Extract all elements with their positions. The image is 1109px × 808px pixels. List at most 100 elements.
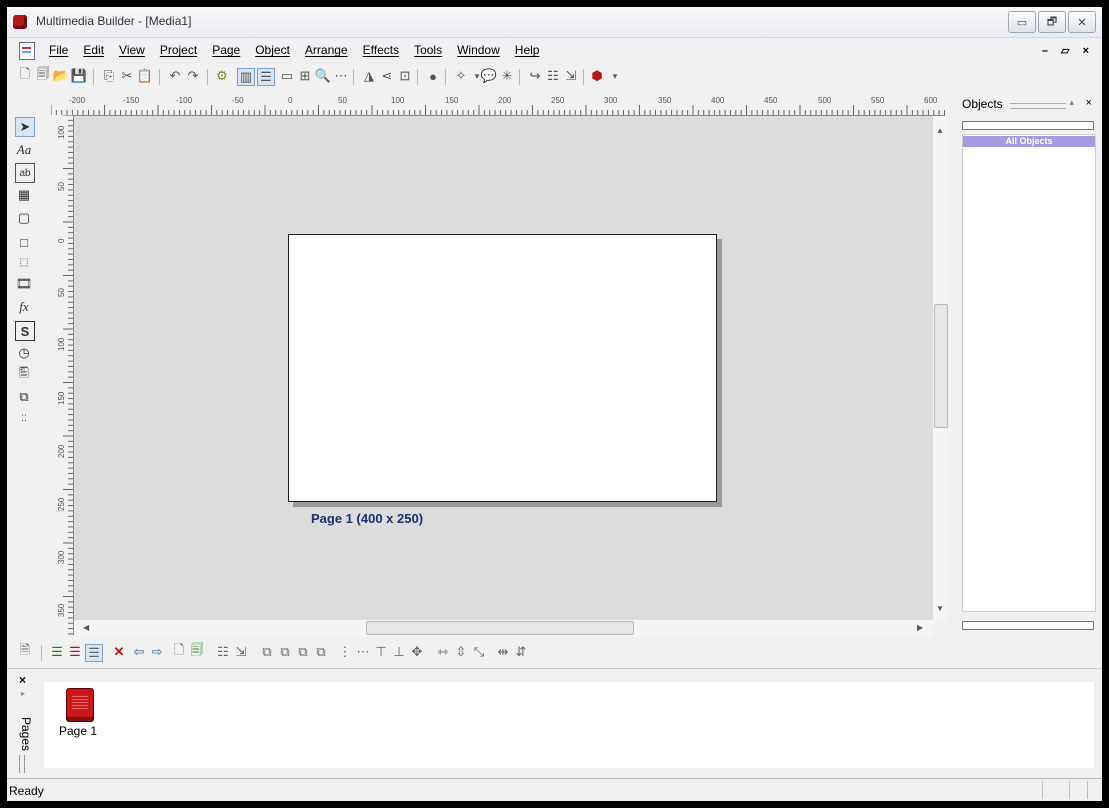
fit-icon[interactable]: ⊞ (297, 68, 313, 84)
image-tool-icon[interactable]: ▦ (15, 186, 33, 204)
copy-icon[interactable]: ⎘ (101, 68, 117, 84)
list-icon[interactable]: ☷ (545, 68, 561, 84)
scroll-up-icon[interactable]: ▲ (936, 126, 944, 135)
scroll-right-icon[interactable]: ▶ (917, 623, 923, 632)
close-icon[interactable]: × (19, 673, 26, 687)
scroll-down-icon[interactable]: ▼ (936, 604, 944, 613)
toggle-grid-icon[interactable]: ☰ (257, 68, 275, 86)
page-properties-icon[interactable]: 🗎 (17, 642, 33, 660)
pages-list[interactable]: Page 1 (44, 682, 1094, 768)
export-page-icon[interactable]: ⇲ (233, 644, 249, 660)
delete-icon[interactable]: ✕ (111, 644, 127, 660)
more-tools-icon[interactable]: ⁚⁚ (15, 409, 33, 427)
bring-front-icon[interactable]: ⧉ (259, 644, 275, 660)
panel-grip[interactable] (19, 755, 25, 773)
list-pages-icon[interactable]: ☷ (215, 644, 231, 660)
menu-edit[interactable]: Edit (83, 43, 104, 57)
close-button[interactable]: ✕ (1068, 11, 1096, 33)
undo-icon[interactable]: ↶ (167, 68, 183, 84)
flip-icon[interactable]: ◮ (361, 68, 377, 84)
menu-tools[interactable]: Tools (414, 43, 442, 57)
align-left-icon[interactable]: ⋖ (379, 68, 395, 84)
input-text-icon[interactable]: ab (15, 163, 35, 183)
insert-page-icon[interactable]: 🗋 (171, 642, 187, 660)
vertical-scrollbar[interactable]: ▲ ▼ (933, 116, 948, 620)
scroll-left-icon[interactable]: ◀ (83, 623, 89, 632)
objects-bottom-bar[interactable] (962, 621, 1094, 630)
menu-help[interactable]: Help (515, 43, 540, 57)
tooltip-icon[interactable]: 💬 (481, 68, 497, 84)
text-tool-icon[interactable]: Aa (15, 141, 33, 159)
layer-blue-icon[interactable]: ☰ (85, 644, 103, 662)
menu-effects[interactable]: Effects (363, 43, 399, 57)
new-page-icon[interactable]: 🗐 (35, 66, 51, 84)
send-backward-icon[interactable]: ⧉ (313, 644, 329, 660)
open-folder-icon[interactable]: 📂 (53, 68, 69, 84)
document-icon[interactable] (19, 42, 35, 60)
select-arrow-icon[interactable]: ➤ (15, 117, 35, 137)
pin-icon[interactable]: ▸ (21, 689, 25, 698)
horizontal-scrollbar[interactable]: ◀ ▶ (74, 620, 933, 636)
menu-page[interactable]: Page (212, 43, 240, 57)
center-icon[interactable]: ✥ (409, 644, 425, 660)
objects-list[interactable]: All Objects (962, 134, 1096, 612)
same-size-icon[interactable]: ⤡ (471, 644, 487, 660)
dropdown-arrow-icon[interactable]: ▾ (607, 68, 623, 84)
menu-object[interactable]: Object (255, 43, 290, 57)
space-vertical-icon[interactable]: ⇵ (513, 644, 529, 660)
menu-arrange[interactable]: Arrange (305, 43, 348, 57)
page-link-icon[interactable]: 🖺 (15, 365, 33, 384)
film-tool-icon[interactable]: 🎞 (15, 275, 33, 293)
project-properties-icon[interactable]: ⚙ (214, 68, 230, 84)
page-artboard[interactable] (288, 234, 717, 502)
restore-button[interactable]: 🗗 (1038, 11, 1066, 33)
cut-icon[interactable]: ✂ (119, 68, 135, 84)
align-bottom-icon[interactable]: ⊥ (391, 644, 407, 660)
script-tool-icon[interactable]: S (15, 321, 35, 341)
align-top-icon[interactable]: ⊤ (373, 644, 389, 660)
record-icon[interactable]: ● (425, 68, 441, 84)
fx-tool-icon[interactable]: fx (15, 298, 33, 316)
redo-icon[interactable]: ↷ (185, 68, 201, 84)
paste-icon[interactable]: 📋 (137, 68, 153, 84)
marquee-tool-icon[interactable]: ⬚ (15, 253, 33, 271)
panel-grip[interactable] (1010, 103, 1066, 109)
next-page-icon[interactable]: ⇨ (149, 644, 165, 660)
app-logo-icon[interactable] (13, 15, 27, 29)
save-icon[interactable]: 💾 (71, 68, 87, 84)
horizontal-scroll-thumb[interactable] (366, 621, 634, 635)
duplicate-page-icon[interactable]: 🗐 (189, 642, 205, 660)
page-outline-icon[interactable]: ▭ (279, 68, 295, 84)
same-height-icon[interactable]: ⇳ (453, 644, 469, 660)
menu-window[interactable]: Window (457, 43, 500, 57)
script-icon[interactable]: ↪ (527, 68, 543, 84)
clock-tool-icon[interactable]: ◷ (15, 344, 33, 362)
spark-icon[interactable]: ✳ (499, 68, 515, 84)
button-tool-icon[interactable]: ⧉ (15, 388, 33, 406)
menu-file[interactable]: File (49, 43, 68, 57)
same-width-icon[interactable]: ⇿ (435, 644, 451, 660)
toggle-ruler-icon[interactable]: ▥ (237, 68, 255, 86)
mdi-window-controls[interactable]: – ▱ × (1042, 44, 1094, 57)
arrange-icon[interactable]: ⊡ (397, 68, 413, 84)
grid-dots-icon[interactable]: ⋯ (333, 68, 349, 84)
vertical-scroll-thumb[interactable] (934, 304, 948, 428)
space-horizontal-icon[interactable]: ⇹ (495, 644, 511, 660)
frame-tool-icon[interactable]: ▢ (15, 209, 33, 227)
align-middle-icon[interactable]: ⋯ (355, 644, 371, 660)
all-objects-item[interactable]: All Objects (963, 136, 1095, 147)
objects-filter-bar[interactable] (962, 121, 1094, 130)
layer-green-icon[interactable]: ☰ (49, 644, 65, 660)
design-canvas[interactable]: Page 1 (400 x 250) (74, 116, 933, 620)
new-file-icon[interactable]: 🗋 (17, 66, 33, 84)
send-back-icon[interactable]: ⧉ (277, 644, 293, 660)
rectangle-tool-icon[interactable]: □ (15, 233, 33, 251)
minimize-button[interactable]: ▭ (1008, 11, 1036, 33)
compile-icon[interactable]: ⬢ (589, 68, 605, 84)
bring-forward-icon[interactable]: ⧉ (295, 644, 311, 660)
close-icon[interactable]: × (1086, 97, 1092, 109)
pin-icon[interactable]: ▴ (1069, 97, 1074, 108)
menu-project[interactable]: Project (160, 43, 197, 57)
magic-wand-icon[interactable]: ✧ (453, 68, 469, 84)
menu-view[interactable]: View (119, 43, 145, 57)
